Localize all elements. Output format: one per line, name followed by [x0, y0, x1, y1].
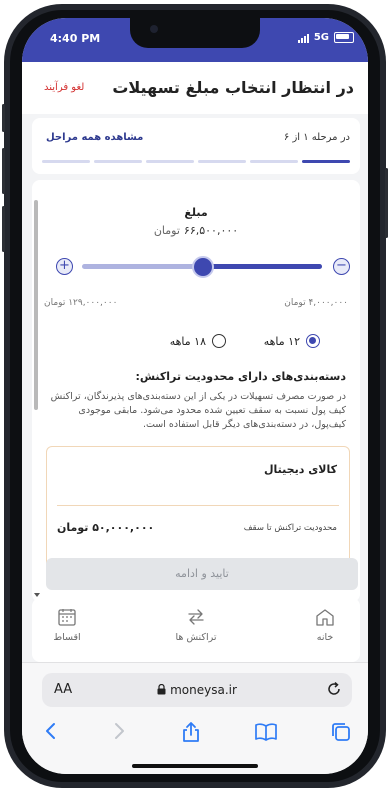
step-segment [302, 160, 350, 163]
url-text: moneysa.ir [170, 683, 237, 697]
amount-max-label: ۱۲۹,۰۰۰,۰۰۰ تومان [44, 298, 118, 308]
battery-icon [334, 32, 354, 43]
term-option-18[interactable]: ۱۸ ماهه [170, 334, 226, 348]
front-camera [150, 25, 158, 33]
nav-item-installments[interactable]: اقساط [32, 608, 102, 643]
term-option-12[interactable]: ۱۲ ماهه [264, 334, 320, 348]
amount-label: مبلغ [184, 206, 208, 219]
nav-item-transactions[interactable]: تراکنش ها [161, 608, 231, 643]
slider-fill [202, 264, 322, 269]
step-segment [42, 160, 90, 163]
page-header: در انتظار انتخاب مبلغ تسهیلات لغو فرآیند [22, 62, 368, 114]
term-label: ۱۲ ماهه [263, 334, 300, 348]
increase-amount-button[interactable]: + [56, 258, 73, 275]
volume-up-button [2, 148, 5, 194]
slider-track[interactable] [82, 256, 322, 278]
home-indicator [132, 764, 258, 768]
tabs-icon[interactable] [330, 721, 352, 743]
url-display[interactable]: moneysa.ir [42, 683, 352, 697]
step-segment [146, 160, 194, 163]
amount-slider[interactable]: + − [56, 256, 350, 288]
page-title: در انتظار انتخاب مبلغ تسهیلات [112, 78, 354, 97]
steps-card: در مرحله ۱ از ۶ مشاهده همه مراحل [32, 118, 360, 174]
amount-unit: تومان [153, 224, 180, 237]
nav-label: اقساط [53, 632, 81, 643]
radio-selected-icon[interactable] [306, 334, 320, 348]
bookmarks-icon[interactable] [254, 721, 278, 741]
slider-handle[interactable] [192, 256, 214, 278]
network-label: 5G [313, 32, 329, 43]
screen: 4:40 PM 5G در انتظار انتخاب مبلغ تسهیلات… [22, 18, 368, 774]
decrease-amount-button[interactable]: − [333, 258, 350, 275]
signal-icon [297, 33, 309, 43]
nav-item-home[interactable]: خانه [290, 608, 360, 643]
nav-label: خانه [316, 632, 334, 643]
mute-switch [2, 104, 5, 132]
loan-form-card: مبلغ ۶۶,۵۰۰,۰۰۰تومان + − ۱۲۹,۰۰۰,۰۰۰ توم… [32, 180, 360, 602]
home-icon [316, 609, 334, 626]
amount-display: ۶۶,۵۰۰,۰۰۰تومان [32, 224, 360, 237]
restriction-description: در صورت مصرف تسهیلات در یکی از این دسته‌… [50, 391, 346, 430]
divider [57, 505, 339, 506]
status-indicators: 5G [297, 32, 354, 43]
notch [130, 18, 260, 48]
power-button [385, 168, 388, 238]
volume-down-button [2, 206, 5, 252]
lock-icon [157, 683, 166, 695]
nav-label: تراکنش ها [175, 632, 217, 643]
restriction-title: دسته‌بندی‌های دارای محدودیت تراکنش: [135, 370, 346, 383]
limit-label: محدودیت تراکنش تا سقف [243, 523, 337, 533]
radio-unselected-icon[interactable] [212, 334, 226, 348]
confirm-continue-button[interactable]: تایید و ادامه [46, 558, 358, 590]
cancel-process-link[interactable]: لغو فرآیند [44, 82, 84, 93]
step-segment [198, 160, 246, 163]
status-time: 4:40 PM [50, 32, 101, 45]
amount-value: ۶۶,۵۰۰,۰۰۰ [183, 224, 239, 237]
reload-icon[interactable] [326, 681, 342, 697]
bottom-nav: خانه تراکنش ها اقساط [32, 598, 360, 662]
step-indicator: در مرحله ۱ از ۶ [283, 132, 350, 143]
step-segment [94, 160, 142, 163]
category-name: کالای دیجیتال [264, 463, 337, 476]
transfer-icon [188, 609, 204, 625]
term-label: ۱۸ ماهه [169, 334, 206, 348]
step-segment [250, 160, 298, 163]
status-bar: 4:40 PM 5G [22, 18, 368, 62]
calendar-icon [58, 609, 76, 626]
share-icon[interactable] [180, 721, 202, 743]
forward-icon[interactable] [112, 721, 126, 741]
amount-min-label: ۴,۰۰۰,۰۰۰ تومان [284, 298, 348, 308]
view-all-steps-link[interactable]: مشاهده همه مراحل [46, 132, 143, 143]
back-icon[interactable] [44, 721, 58, 741]
scroll-down-arrow[interactable] [34, 593, 40, 597]
address-bar[interactable]: AA moneysa.ir [42, 673, 352, 707]
limit-value: ۵۰,۰۰۰,۰۰۰ تومان [57, 521, 155, 534]
browser-toolbar: AA moneysa.ir [22, 662, 368, 774]
